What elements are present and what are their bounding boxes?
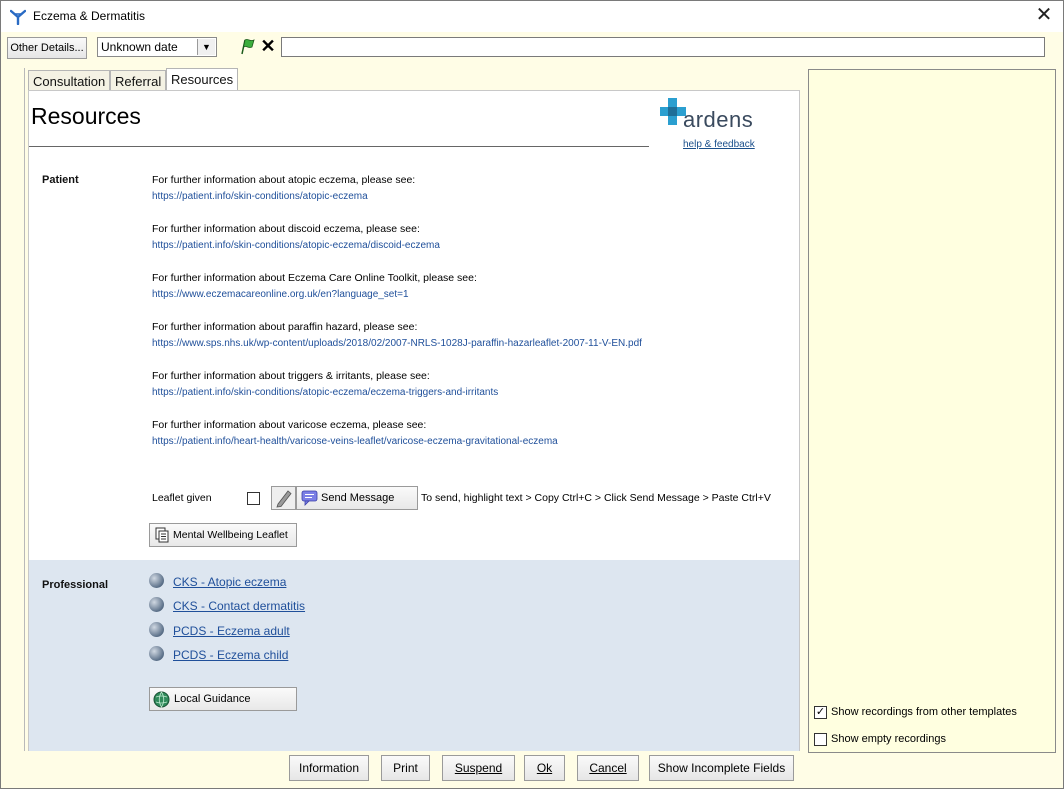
info-item-paraffin: For further information about paraffin h… — [152, 321, 642, 349]
tab-referral[interactable]: Referral — [110, 70, 167, 91]
info-text: For further information about Eczema Car… — [152, 272, 477, 284]
main-window: Eczema & Dermatitis ✕ Other Details... U… — [0, 0, 1064, 789]
globe-icon — [149, 622, 164, 637]
document-copy-icon — [155, 527, 169, 543]
info-link[interactable]: https://www.sps.nhs.uk/wp-content/upload… — [152, 338, 642, 349]
close-icon[interactable]: ✕ — [1033, 4, 1055, 28]
info-link[interactable]: https://patient.info/heart-health/varico… — [152, 436, 558, 447]
info-item-atopic: For further information about atopic ecz… — [152, 174, 415, 202]
link-label[interactable]: CKS - Contact dermatitis — [173, 599, 305, 613]
title-bar: Eczema & Dermatitis ✕ — [1, 1, 1063, 32]
globe-icon — [149, 597, 164, 612]
professional-section: Professional CKS - Atopic eczema CKS - C… — [29, 560, 799, 751]
show-other-templates-label: Show recordings from other templates — [831, 706, 1017, 718]
link-label[interactable]: PCDS - Eczema adult — [173, 624, 290, 638]
print-button[interactable]: Print — [381, 755, 430, 781]
mental-wellbeing-label: Mental Wellbeing Leaflet — [173, 529, 288, 541]
date-value: Unknown date — [101, 40, 178, 54]
tab-resources[interactable]: Resources — [166, 68, 239, 91]
tab-panel: Consultation Referral Resources Resource… — [24, 68, 806, 786]
patient-label: Patient — [42, 174, 79, 186]
message-icon — [301, 490, 318, 506]
info-text: For further information about atopic ecz… — [152, 174, 416, 186]
date-dropdown[interactable]: Unknown date ▼ — [97, 37, 217, 57]
info-text: For further information about paraffin h… — [152, 321, 418, 333]
tab-consultation[interactable]: Consultation — [28, 70, 111, 91]
window-title: Eczema & Dermatitis — [33, 9, 146, 23]
leaflet-given-label: Leaflet given — [152, 492, 212, 504]
show-empty-recordings-label: Show empty recordings — [831, 733, 946, 745]
suspend-button[interactable]: Suspend — [442, 755, 515, 781]
link-label[interactable]: CKS - Atopic eczema — [173, 575, 286, 589]
info-item-varicose: For further information about varicose e… — [152, 419, 558, 447]
pencil-icon[interactable] — [271, 486, 296, 510]
local-guidance-label: Local Guidance — [174, 693, 251, 705]
send-message-label: Send Message — [321, 492, 395, 504]
ardens-logo: ardens help & feedback — [659, 97, 769, 157]
info-text: For further information about triggers &… — [152, 370, 430, 382]
show-empty-recordings-checkbox[interactable] — [814, 733, 827, 746]
green-flag-icon[interactable] — [239, 38, 257, 56]
ardens-wordmark: ardens — [683, 107, 754, 132]
show-other-templates-checkbox[interactable]: ✓ — [814, 706, 827, 719]
page-title: Resources — [31, 103, 141, 129]
local-guidance-button[interactable]: Local Guidance — [149, 687, 297, 711]
other-details-button[interactable]: Other Details... — [7, 37, 87, 59]
show-incomplete-fields-button[interactable]: Show Incomplete Fields — [649, 755, 794, 781]
note-input[interactable] — [281, 37, 1045, 57]
cancel-button[interactable]: Cancel — [577, 755, 639, 781]
bottom-button-bar: Information Print Suspend Ok Cancel Show… — [24, 751, 806, 787]
clear-icon[interactable]: ✕ — [259, 36, 277, 56]
send-instructions: To send, highlight text > Copy Ctrl+C > … — [421, 492, 771, 504]
info-link[interactable]: https://patient.info/skin-conditions/ato… — [152, 240, 440, 251]
professional-label: Professional — [42, 579, 109, 591]
mental-wellbeing-leaflet-button[interactable]: Mental Wellbeing Leaflet — [149, 523, 297, 547]
globe-icon — [149, 646, 164, 661]
send-message-button[interactable]: Send Message — [296, 486, 418, 510]
ok-button[interactable]: Ok — [524, 755, 565, 781]
app-logo-icon — [10, 9, 26, 25]
resources-content: Resources ardens help & feedback Patient… — [28, 90, 800, 752]
info-link[interactable]: https://www.eczemacareonline.org.uk/en?l… — [152, 289, 477, 300]
info-link[interactable]: https://patient.info/skin-conditions/ato… — [152, 191, 415, 202]
help-feedback-link[interactable]: help & feedback — [683, 139, 755, 150]
info-item-toolkit: For further information about Eczema Car… — [152, 272, 477, 300]
info-link[interactable]: https://patient.info/skin-conditions/ato… — [152, 387, 498, 398]
information-button[interactable]: Information — [289, 755, 369, 781]
recordings-panel: ✓ Show recordings from other templates S… — [808, 69, 1056, 753]
globe-icon — [149, 573, 164, 588]
link-label[interactable]: PCDS - Eczema child — [173, 648, 288, 662]
info-text: For further information about varicose e… — [152, 419, 427, 431]
info-item-discoid: For further information about discoid ec… — [152, 223, 440, 251]
heading-divider — [29, 146, 649, 147]
leaflet-given-checkbox[interactable] — [247, 492, 260, 505]
globe-guidance-icon — [153, 691, 170, 708]
info-text: For further information about discoid ec… — [152, 223, 420, 235]
chevron-down-icon[interactable]: ▼ — [197, 39, 215, 55]
info-item-triggers: For further information about triggers &… — [152, 370, 498, 398]
toolbar: Other Details... Unknown date ▼ ✕ — [1, 32, 1063, 64]
